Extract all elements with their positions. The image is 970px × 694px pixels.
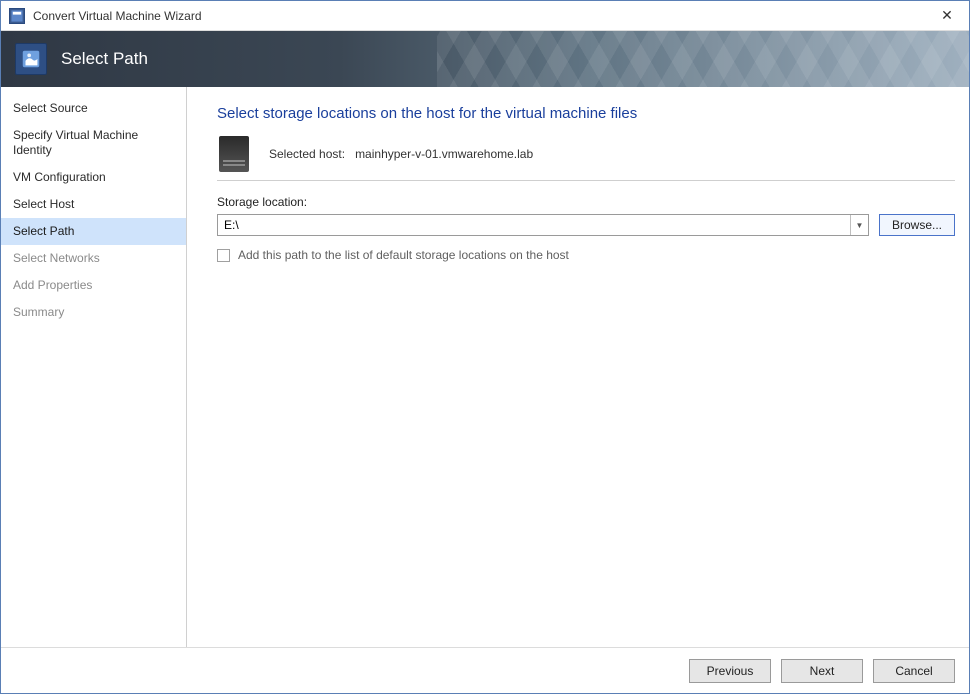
sidebar-item-specify-identity[interactable]: Specify Virtual Machine Identity xyxy=(1,122,186,164)
wizard-banner: Select Path xyxy=(1,31,969,87)
sidebar: Select Source Specify Virtual Machine Id… xyxy=(1,87,187,647)
chevron-down-icon[interactable]: ▼ xyxy=(850,215,868,235)
add-default-path-row: Add this path to the list of default sto… xyxy=(217,248,955,262)
window-title: Convert Virtual Machine Wizard xyxy=(33,9,202,23)
wizard-footer: Previous Next Cancel xyxy=(1,647,969,693)
wizard-body: Select Source Specify Virtual Machine Id… xyxy=(1,87,969,647)
sidebar-item-vm-configuration[interactable]: VM Configuration xyxy=(1,164,186,191)
sidebar-item-select-host[interactable]: Select Host xyxy=(1,191,186,218)
browse-button[interactable]: Browse... xyxy=(879,214,955,236)
storage-location-combo[interactable]: ▼ xyxy=(217,214,869,236)
previous-button[interactable]: Previous xyxy=(689,659,771,683)
selected-host-value: mainhyper-v-01.vmwarehome.lab xyxy=(355,147,533,161)
banner-pattern xyxy=(437,31,969,87)
step-icon xyxy=(15,43,47,75)
server-icon xyxy=(219,136,249,172)
selected-host-label: Selected host: xyxy=(269,147,345,161)
storage-location-row: ▼ Browse... xyxy=(217,214,955,236)
add-default-path-checkbox[interactable] xyxy=(217,249,230,262)
sidebar-item-add-properties[interactable]: Add Properties xyxy=(1,272,186,299)
sidebar-item-select-source[interactable]: Select Source xyxy=(1,95,186,122)
add-default-path-label: Add this path to the list of default sto… xyxy=(238,248,569,262)
storage-location-label: Storage location: xyxy=(217,195,955,209)
storage-location-input[interactable] xyxy=(218,215,850,235)
sidebar-item-select-networks[interactable]: Select Networks xyxy=(1,245,186,272)
close-icon[interactable]: ✕ xyxy=(935,7,959,24)
content-panel: Select storage locations on the host for… xyxy=(187,87,969,647)
sidebar-item-select-path[interactable]: Select Path xyxy=(1,218,186,245)
titlebar: Convert Virtual Machine Wizard ✕ xyxy=(1,1,969,31)
selected-host-row: Selected host: mainhyper-v-01.vmwarehome… xyxy=(217,136,955,172)
next-button[interactable]: Next xyxy=(781,659,863,683)
divider xyxy=(217,180,955,181)
app-icon xyxy=(9,8,25,24)
cancel-button[interactable]: Cancel xyxy=(873,659,955,683)
sidebar-item-summary[interactable]: Summary xyxy=(1,299,186,326)
page-heading: Select storage locations on the host for… xyxy=(217,105,955,122)
banner-step-title: Select Path xyxy=(61,49,148,69)
